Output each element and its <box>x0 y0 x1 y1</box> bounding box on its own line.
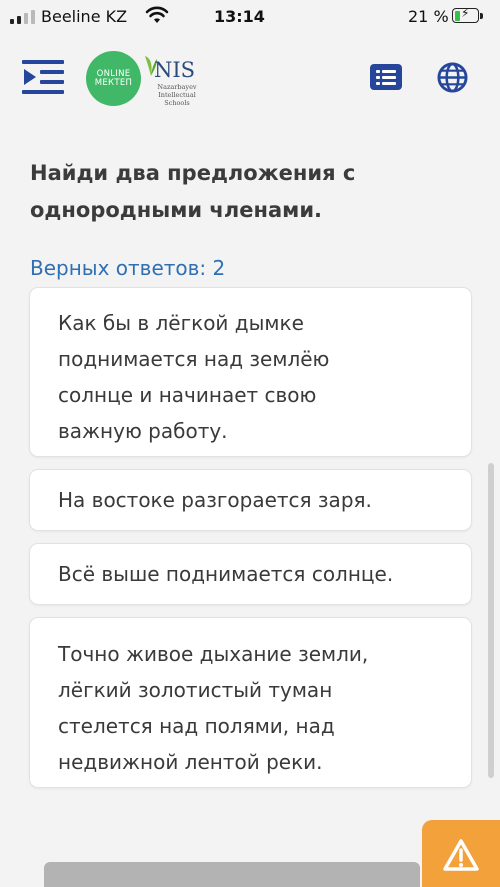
carrier-name: Beeline KZ <box>41 7 128 26</box>
status-bar: Beeline KZ 13:14 21 % ⚡ <box>0 0 500 34</box>
answer-option-3[interactable]: Всё выше поднимается солнце. <box>29 543 472 605</box>
question-text: Найди два предложения с однородными член… <box>30 161 356 222</box>
menu-icon <box>24 69 36 85</box>
answer-option-2[interactable]: На востоке разгорается заря. <box>29 469 472 531</box>
warning-icon <box>443 839 479 871</box>
answer-option-1[interactable]: Как бы в лёгкой дымке поднимается над зе… <box>29 287 472 457</box>
nis-logo: NIS Nazarbayev Intellectual Schools <box>144 54 214 114</box>
screen: Beeline KZ 13:14 21 % ⚡ ONLINE МЕКТЕП NI… <box>0 0 500 887</box>
signal-icon <box>10 10 35 24</box>
correct-answers-count: Верных ответов: 2 <box>30 256 226 280</box>
app-header: ONLINE МЕКТЕП NIS Nazarbayev Intellectua… <box>0 34 500 130</box>
clock: 13:14 <box>214 7 265 26</box>
report-button[interactable] <box>422 820 500 887</box>
wifi-icon <box>145 6 169 23</box>
battery-percent: 21 % <box>408 7 449 26</box>
online-mektep-logo: ONLINE МЕКТЕП <box>86 51 141 106</box>
menu-button[interactable] <box>22 60 64 94</box>
battery-tip <box>480 13 483 19</box>
answer-option-4[interactable]: Точно живое дыхание земли, лёгкий золоти… <box>29 617 472 788</box>
next-button[interactable] <box>44 862 420 887</box>
globe-icon[interactable] <box>437 62 468 93</box>
battery-icon: ⚡ <box>452 6 479 23</box>
list-button[interactable] <box>370 64 402 90</box>
scrollbar[interactable] <box>488 463 494 778</box>
